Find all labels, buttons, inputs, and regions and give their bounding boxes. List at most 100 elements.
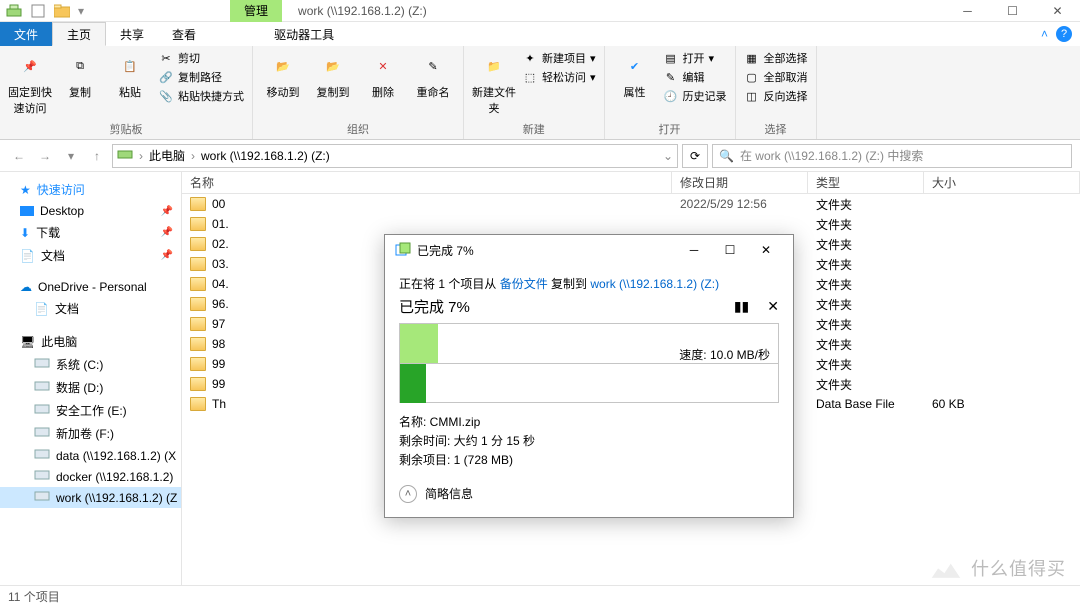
properties-button[interactable]: ✔属性 [613, 50, 657, 100]
nav-documents[interactable]: 📄文档📌 [0, 244, 181, 267]
move-to-button[interactable]: 📂移动到 [261, 50, 305, 100]
folder-icon [190, 357, 206, 371]
folder-icon [190, 377, 206, 391]
progress-chart-upper [400, 324, 438, 363]
select-none-button[interactable]: ▢全部取消 [744, 69, 808, 85]
col-name[interactable]: 名称 [182, 172, 672, 193]
breadcrumb-this-pc[interactable]: 此电脑 [149, 147, 185, 164]
nav-drive[interactable]: data (\\192.168.1.2) (X [0, 445, 181, 466]
tab-file[interactable]: 文件 [0, 22, 52, 46]
search-box[interactable]: 🔍 在 work (\\192.168.1.2) (Z:) 中搜索 [712, 144, 1072, 168]
copy-source-link[interactable]: 备份文件 [500, 277, 548, 291]
file-row[interactable]: 01. 文件夹 [182, 214, 1080, 234]
nav-drive[interactable]: docker (\\192.168.1.2) [0, 466, 181, 487]
col-size[interactable]: 大小 [924, 172, 1080, 193]
close-button[interactable]: ✕ [1035, 0, 1080, 22]
pin-quick-access-button[interactable]: 📌固定到快速访问 [8, 50, 52, 116]
cancel-button[interactable]: ✕ [767, 298, 779, 315]
copy-dest-link[interactable]: work (\\192.168.1.2) (Z:) [590, 277, 719, 291]
drive-icon [34, 490, 50, 505]
nav-quick-access[interactable]: ★ 快速访问 [0, 178, 181, 201]
ribbon-collapse-icon[interactable]: ˄ [1041, 27, 1048, 41]
nav-up-button[interactable]: ↑ [86, 145, 108, 167]
dialog-maximize-button[interactable]: ☐ [713, 238, 747, 262]
col-date[interactable]: 修改日期 [672, 172, 808, 193]
nav-onedrive-docs[interactable]: 📄 文档 [0, 297, 181, 320]
cut-button[interactable]: ✂剪切 [158, 50, 244, 66]
tab-home[interactable]: 主页 [52, 22, 106, 46]
nav-drive[interactable]: 安全工作 (E:) [0, 399, 181, 422]
breadcrumb-sep[interactable]: › [191, 149, 195, 163]
minimize-button[interactable]: ─ [945, 0, 990, 22]
copy-time-remaining: 大约 1 分 15 秒 [454, 434, 535, 448]
breadcrumb-sep[interactable]: › [139, 149, 143, 163]
search-placeholder: 在 work (\\192.168.1.2) (Z:) 中搜索 [740, 147, 923, 164]
copy-items-remaining: 1 (728 MB) [454, 453, 513, 467]
pause-button[interactable]: ▮▮ [734, 298, 749, 315]
address-dropdown-icon[interactable]: ⌄ [663, 149, 673, 163]
ribbon-tabs: 文件 主页 共享 查看 驱动器工具 ˄ ? [0, 22, 1080, 46]
copy-file-name: CMMI.zip [430, 415, 481, 429]
maximize-button[interactable]: ☐ [990, 0, 1035, 22]
copy-button[interactable]: ⧉复制 [58, 50, 102, 100]
copy-details: 名称: CMMI.zip 剩余时间: 大约 1 分 15 秒 剩余项目: 1 (… [399, 413, 779, 471]
tab-view[interactable]: 查看 [158, 22, 210, 46]
nav-drive[interactable]: 系统 (C:) [0, 353, 181, 376]
select-all-button[interactable]: ▦全部选择 [744, 50, 808, 66]
folder-icon [190, 277, 206, 291]
nav-forward-button[interactable]: → [34, 145, 56, 167]
dialog-close-button[interactable]: ✕ [749, 238, 783, 262]
delete-button[interactable]: ✕删除 [361, 50, 405, 100]
watermark: 什么值得买 [927, 551, 1066, 589]
nav-recent-dropdown[interactable]: ▾ [60, 145, 82, 167]
drive-icon [34, 380, 50, 395]
qat-checkbox-icon[interactable] [30, 3, 46, 19]
group-select-label: 选择 [744, 119, 808, 137]
nav-drive[interactable]: work (\\192.168.1.2) (Z [0, 487, 181, 508]
folder-icon [190, 317, 206, 331]
fewer-details-toggle[interactable]: ˄ 简略信息 [399, 485, 779, 503]
dialog-minimize-button[interactable]: ─ [677, 238, 711, 262]
tab-share[interactable]: 共享 [106, 22, 158, 46]
help-icon[interactable]: ? [1056, 26, 1072, 42]
open-button[interactable]: ▤打开 ▾ [663, 50, 727, 66]
progress-chart: 速度: 10.0 MB/秒 [399, 323, 779, 403]
edit-button[interactable]: ✎编辑 [663, 69, 727, 85]
nav-this-pc[interactable]: 🖥此电脑 [0, 330, 181, 353]
nav-drive[interactable]: 数据 (D:) [0, 376, 181, 399]
chevron-up-icon: ˄ [399, 485, 417, 503]
nav-onedrive[interactable]: ☁OneDrive - Personal [0, 277, 181, 297]
nav-desktop[interactable]: Desktop📌 [0, 201, 181, 221]
navigation-pane[interactable]: ★ 快速访问 Desktop📌 ⬇下载📌 📄文档📌 ☁OneDrive - Pe… [0, 172, 182, 585]
nav-drive[interactable]: 新加卷 (F:) [0, 422, 181, 445]
copy-description: 正在将 1 个项目从 备份文件 复制到 work (\\192.168.1.2)… [399, 275, 779, 292]
copy-path-button[interactable]: 🔗复制路径 [158, 69, 244, 85]
invert-selection-button[interactable]: ◫反向选择 [744, 88, 808, 104]
paste-button[interactable]: 📋粘贴 [108, 50, 152, 100]
column-headers[interactable]: 名称 修改日期 类型 大小 [182, 172, 1080, 194]
folder-icon [190, 397, 206, 411]
nav-back-button[interactable]: ← [8, 145, 30, 167]
tab-drive-tools[interactable]: 驱动器工具 [260, 22, 348, 46]
easy-access-button[interactable]: ⬚轻松访问 ▾ [522, 69, 596, 85]
rename-button[interactable]: ✎重命名 [411, 50, 455, 100]
address-bar[interactable]: › 此电脑 › work (\\192.168.1.2) (Z:) ⌄ [112, 144, 678, 168]
folder-icon [190, 237, 206, 251]
new-folder-button[interactable]: 📁新建文件夹 [472, 50, 516, 116]
copy-to-button[interactable]: 📂复制到 [311, 50, 355, 100]
paste-shortcut-button[interactable]: 📎粘贴快捷方式 [158, 88, 244, 104]
folder-icon [190, 337, 206, 351]
new-item-button[interactable]: ✦新建项目 ▾ [522, 50, 596, 66]
context-tab-manage[interactable]: 管理 [230, 0, 282, 22]
transfer-speed: 速度: 10.0 MB/秒 [677, 346, 772, 363]
col-type[interactable]: 类型 [808, 172, 924, 193]
nav-downloads[interactable]: ⬇下载📌 [0, 221, 181, 244]
qat-dropdown-icon[interactable]: ▾ [78, 4, 84, 18]
history-button[interactable]: 🕘历史记录 [663, 88, 727, 104]
refresh-button[interactable]: ⟳ [682, 144, 708, 168]
breadcrumb-current[interactable]: work (\\192.168.1.2) (Z:) [201, 149, 330, 163]
address-bar-row: ← → ▾ ↑ › 此电脑 › work (\\192.168.1.2) (Z:… [0, 140, 1080, 172]
copy-progress-dialog: 已完成 7% ─ ☐ ✕ 正在将 1 个项目从 备份文件 复制到 work (\… [384, 234, 794, 518]
folder-icon[interactable] [54, 3, 70, 19]
file-row[interactable]: 00 2022/5/29 12:56文件夹 [182, 194, 1080, 214]
